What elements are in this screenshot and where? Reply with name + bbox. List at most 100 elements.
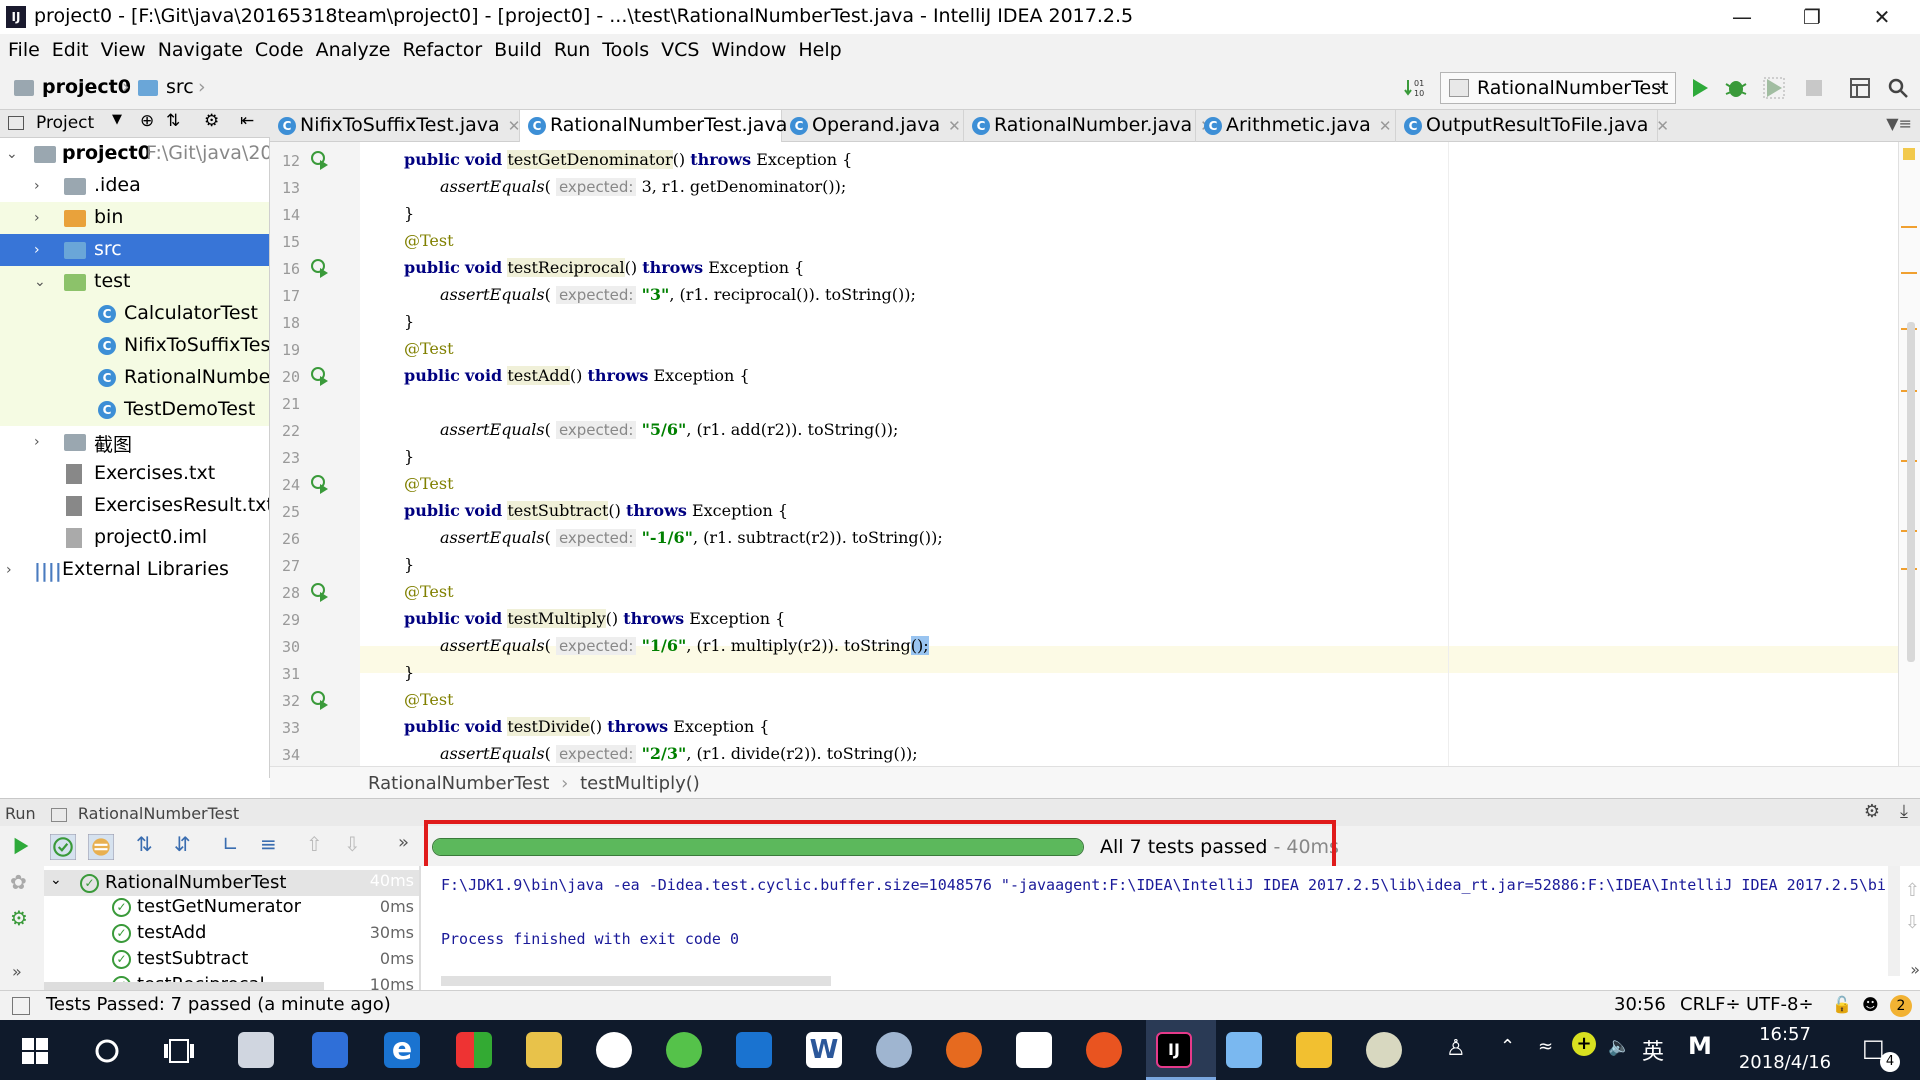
app-icon-taskbar-2[interactable] — [312, 1032, 348, 1068]
export-results-icon[interactable]: ⚙ — [10, 906, 28, 930]
line-separator[interactable]: CRLF÷ — [1680, 994, 1741, 1015]
more-actions-icon[interactable]: » — [1910, 960, 1920, 979]
chevron-down-icon[interactable]: ▼ — [112, 112, 122, 127]
test-suite-row[interactable]: ⌄ ✓ RationalNumberTest 40ms — [44, 870, 419, 896]
console-output[interactable]: F:\JDK1.9\bin\java -ea -Didea.test.cycli… — [420, 866, 1920, 990]
mail-icon[interactable] — [1016, 1032, 1052, 1068]
app-icon-taskbar-1[interactable] — [238, 1032, 274, 1068]
run-with-coverage-icon[interactable] — [1762, 76, 1786, 100]
menu-analyze[interactable]: Analyze — [316, 39, 391, 61]
run-test-icon[interactable] — [310, 474, 330, 494]
tree-item-testdemotest[interactable]: C TestDemoTest — [0, 394, 269, 426]
clock-time[interactable]: 16:57 — [1740, 1024, 1830, 1045]
stop-icon[interactable] — [1802, 76, 1826, 100]
inspection-status-icon[interactable] — [1903, 148, 1915, 160]
menu-edit[interactable]: Edit — [52, 39, 89, 61]
inspector-icon[interactable]: ☻ — [1862, 995, 1879, 1014]
menu-help[interactable]: Help — [798, 39, 841, 61]
wifi-icon[interactable]: ≈ — [1538, 1036, 1553, 1057]
tray-app-icon[interactable]: + — [1572, 1032, 1596, 1056]
chevron-up-icon[interactable]: ⌃ — [1500, 1036, 1515, 1057]
run-icon[interactable] — [1688, 76, 1712, 100]
close-tab-icon[interactable]: ✕ — [948, 117, 961, 135]
collapse-all-icon[interactable]: ⇅ — [166, 111, 180, 131]
close-tab-icon[interactable]: ✕ — [508, 117, 521, 135]
debug-icon[interactable] — [1724, 76, 1748, 100]
menu-file[interactable]: File — [8, 39, 40, 61]
tree-item-test[interactable]: ⌄ test — [0, 266, 269, 298]
intellij-taskbar-icon[interactable]: IJ — [1156, 1032, 1192, 1068]
run-test-icon[interactable] — [310, 690, 330, 710]
ubuntu-icon[interactable] — [1086, 1032, 1122, 1068]
breadcrumb-class[interactable]: RationalNumberTest — [368, 773, 549, 794]
run-test-icon[interactable] — [310, 582, 330, 602]
test-row[interactable]: ✓ testAdd 30ms — [44, 922, 419, 948]
tab-rationalnumber[interactable]: CRationalNumber.java✕ — [964, 110, 1213, 142]
project-structure-icon[interactable] — [1848, 76, 1872, 100]
tree-item-calculatortest[interactable]: C CalculatorTest — [0, 298, 269, 330]
tree-item-project0-iml[interactable]: project0.iml — [0, 522, 269, 554]
menu-navigate[interactable]: Navigate — [158, 39, 243, 61]
sort-by-duration-icon[interactable]: ⇵ — [174, 832, 191, 856]
tab-rationalnumbertest[interactable]: CRationalNumberTest.java✕ — [520, 110, 808, 142]
more-actions-icon[interactable]: » — [12, 962, 22, 981]
tree-item-screenshots[interactable]: › 截图 — [0, 426, 269, 458]
menu-view[interactable]: View — [101, 39, 146, 61]
sort-alphabetically-icon[interactable]: ⇅ — [136, 832, 153, 856]
menu-vcs[interactable]: VCS — [661, 39, 699, 61]
ime-mode-icon[interactable]: M — [1688, 1032, 1712, 1060]
breadcrumb-src[interactable]: src — [166, 76, 194, 98]
gear-icon[interactable]: ⚙ — [204, 111, 219, 131]
chevron-down-icon[interactable]: ⌄ — [34, 274, 46, 290]
lock-icon[interactable]: 🔓 — [1832, 995, 1852, 1014]
tree-item-nifixtosuffixtest[interactable]: C NifixToSuffixTest — [0, 330, 269, 362]
app-icon-taskbar-6[interactable] — [596, 1032, 632, 1068]
event-log-badge[interactable]: 2 — [1890, 995, 1912, 1017]
app-icon-taskbar-10[interactable] — [876, 1032, 912, 1068]
notification-count-badge[interactable]: 4 — [1880, 1052, 1900, 1072]
menu-build[interactable]: Build — [494, 39, 542, 61]
chevron-right-icon[interactable]: › — [6, 562, 12, 578]
menu-tools[interactable]: Tools — [602, 39, 649, 61]
run-config-name[interactable]: RationalNumberTest — [78, 804, 239, 823]
scroll-down-icon[interactable]: ⇩ — [1905, 912, 1920, 933]
collapse-all-icon[interactable]: ≡ — [260, 832, 277, 856]
chevron-right-icon[interactable]: › — [34, 178, 40, 194]
expand-all-icon[interactable]: ∟ — [222, 832, 239, 856]
test-row[interactable]: ✓ testGetNumerator 0ms — [44, 896, 419, 922]
tree-item-exercisesresult[interactable]: ExercisesResult.txt — [0, 490, 269, 522]
scroll-up-icon[interactable]: ⇧ — [1905, 880, 1920, 901]
tree-item-exercises[interactable]: Exercises.txt — [0, 458, 269, 490]
next-test-icon[interactable]: ⇩ — [344, 832, 361, 856]
chevron-down-icon[interactable]: ⌄ — [6, 146, 18, 162]
app-icon-taskbar-8[interactable] — [736, 1032, 772, 1068]
volume-muted-icon[interactable]: 🔈 — [1608, 1036, 1630, 1057]
chevron-right-icon[interactable]: › — [34, 434, 40, 450]
file-encoding[interactable]: UTF-8÷ — [1746, 994, 1814, 1015]
code-editor[interactable]: public void testGetDenominator() throws … — [360, 142, 1910, 766]
tree-item-src[interactable]: › src — [0, 234, 269, 266]
edge-browser-icon[interactable]: e — [384, 1032, 420, 1068]
close-icon[interactable]: ✕ — [1852, 2, 1912, 32]
caret-position[interactable]: 30:56 — [1614, 994, 1666, 1015]
close-tab-icon[interactable]: ✕ — [1379, 117, 1392, 135]
chevron-right-icon[interactable]: › — [34, 242, 40, 258]
warning-marker[interactable] — [1901, 226, 1917, 228]
tab-arithmetic[interactable]: C Arithmetic.java ✕ — [1196, 110, 1396, 142]
warning-marker[interactable] — [1901, 272, 1917, 274]
tree-item-external-libraries[interactable]: › |||| External Libraries — [0, 554, 269, 586]
locate-file-icon[interactable]: ⊕ — [140, 111, 154, 131]
run-test-icon[interactable] — [310, 258, 330, 278]
project-panel-title[interactable]: Project — [36, 113, 94, 133]
wechat-icon[interactable] — [666, 1032, 702, 1068]
app-icon-taskbar-16[interactable] — [1296, 1032, 1332, 1068]
previous-test-icon[interactable]: ⇧ — [306, 832, 323, 856]
task-view-icon[interactable] — [162, 1036, 196, 1066]
vertical-scrollbar[interactable] — [1888, 866, 1900, 976]
restore-icon[interactable]: ❐ — [1782, 2, 1842, 32]
file-explorer-icon[interactable] — [526, 1032, 562, 1068]
run-configuration-select[interactable]: RationalNumberTest ⌄ — [1440, 72, 1676, 104]
tree-item-rationalnumbertest[interactable]: C RationalNumberTest — [0, 362, 269, 394]
run-window-title[interactable]: Run — [5, 804, 36, 823]
show-passed-icon[interactable] — [50, 834, 76, 860]
